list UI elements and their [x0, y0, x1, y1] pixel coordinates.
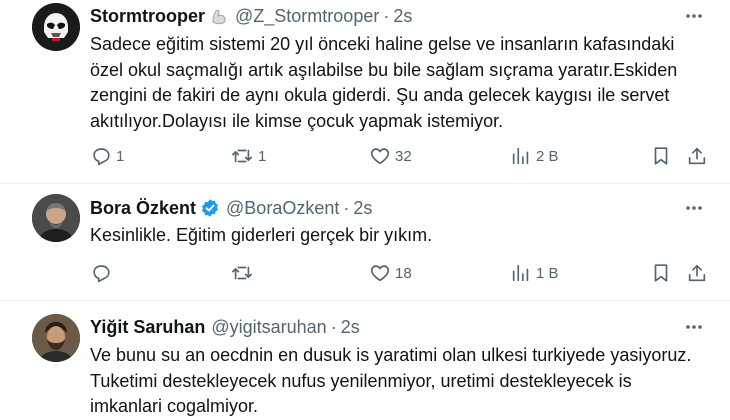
tweet-text-line: Ve bunu su an oecdnin en dusuk is yarati… — [90, 345, 692, 365]
heart-icon — [369, 145, 391, 167]
like-button[interactable]: 18 — [369, 261, 412, 285]
reply-button[interactable] — [90, 261, 116, 285]
separator: · — [330, 316, 337, 337]
share-button[interactable] — [686, 261, 708, 285]
flexed-biceps-icon — [209, 6, 229, 26]
handle[interactable]: @yigitsaruhan — [211, 317, 326, 338]
handle[interactable]: @Z_Stormtrooper — [235, 6, 379, 27]
tweet-text-line: Kesinlikle. Eğitim giderleri gerçek bir … — [90, 225, 433, 245]
tweet-actions: 1 1 32 2 B — [90, 144, 720, 168]
views-button[interactable]: 1 B — [510, 261, 559, 285]
tweet-actions: 18 1 B — [90, 261, 720, 285]
heart-icon — [369, 262, 391, 284]
like-button[interactable]: 32 — [369, 144, 412, 168]
views-count: 2 B — [536, 147, 559, 165]
views-icon — [510, 262, 532, 284]
reply-count: 1 — [116, 147, 125, 165]
tweet-text-line: zengini de fakiri de aynı okula giderdi.… — [90, 85, 670, 105]
display-name[interactable]: Stormtrooper — [90, 6, 205, 27]
avatar-stormtrooper[interactable] — [32, 3, 80, 51]
tweet-header: Bora Özkent @BoraOzkent · 2s — [90, 196, 372, 220]
tweet-text: Ve bunu su an oecdnin en dusuk is yarati… — [90, 343, 720, 420]
timestamp[interactable]: 2s — [341, 317, 360, 338]
tweet-header: Stormtrooper @Z_Stormtrooper · 2s — [90, 4, 412, 28]
more-options-icon[interactable] — [682, 196, 706, 220]
bookmark-button[interactable] — [650, 144, 672, 168]
views-icon — [510, 145, 532, 167]
timestamp[interactable]: 2s — [353, 198, 372, 219]
views-count: 1 B — [536, 264, 559, 282]
bookmark-icon — [650, 262, 672, 284]
tweet-text-line: Sadece eğitim sistemi 20 yıl önceki hali… — [90, 34, 675, 54]
reply-button[interactable]: 1 — [90, 144, 124, 168]
share-button[interactable] — [686, 144, 708, 168]
tweet-text: Kesinlikle. Eğitim giderleri gerçek bir … — [90, 223, 720, 249]
bookmark-button[interactable] — [650, 261, 672, 285]
tweet-text-line: imkanlari cogalmiyor. — [90, 396, 259, 416]
tweet-header: Yiğit Saruhan @yigitsaruhan · 2s — [90, 315, 360, 339]
more-options-icon[interactable] — [682, 4, 706, 28]
views-button[interactable]: 2 B — [510, 144, 559, 168]
avatar-yigit-saruhan[interactable] — [32, 314, 80, 362]
share-icon — [686, 145, 708, 167]
verified-badge-icon — [200, 198, 220, 218]
person-photo-icon — [32, 194, 80, 242]
display-name[interactable]: Bora Özkent — [90, 198, 196, 219]
tweet-text-line: özel okul saçmalığı artık aşılabilse bu … — [90, 59, 678, 80]
tweet-text-line: Tuketimi destekleyecek nufus yenilenmiyo… — [90, 370, 632, 391]
repost-button[interactable] — [230, 261, 258, 285]
repost-icon — [230, 262, 254, 284]
repost-count: 1 — [258, 147, 267, 165]
timestamp[interactable]: 2s — [393, 6, 412, 27]
share-icon — [686, 262, 708, 284]
person-photo-icon — [32, 314, 80, 362]
tweet-stormtrooper[interactable]: Stormtrooper @Z_Stormtrooper · 2s Sadece… — [0, 0, 730, 183]
like-count: 18 — [395, 264, 412, 282]
bookmark-icon — [650, 145, 672, 167]
separator: · — [383, 5, 390, 26]
avatar-bora-ozkent[interactable] — [32, 194, 80, 242]
repost-button[interactable]: 1 — [230, 144, 266, 168]
like-count: 32 — [395, 147, 412, 165]
separator: · — [343, 197, 350, 218]
reply-icon — [90, 145, 112, 167]
display-name[interactable]: Yiğit Saruhan — [90, 317, 205, 338]
tweet-yigit-saruhan[interactable]: Yiğit Saruhan @yigitsaruhan · 2s Ve bunu… — [0, 301, 730, 420]
tweet-bora-ozkent[interactable]: Bora Özkent @BoraOzkent · 2s Kesinlikle.… — [0, 184, 730, 300]
tweet-text-line: akıtılıyor.Dolayısı ile kimse çocuk yapm… — [90, 110, 504, 131]
repost-icon — [230, 145, 254, 167]
stormtrooper-helmet-icon — [32, 3, 80, 51]
more-options-icon[interactable] — [682, 315, 706, 339]
reply-icon — [90, 262, 112, 284]
handle[interactable]: @BoraOzkent — [226, 198, 339, 219]
tweet-text: Sadece eğitim sistemi 20 yıl önceki hali… — [90, 32, 720, 134]
